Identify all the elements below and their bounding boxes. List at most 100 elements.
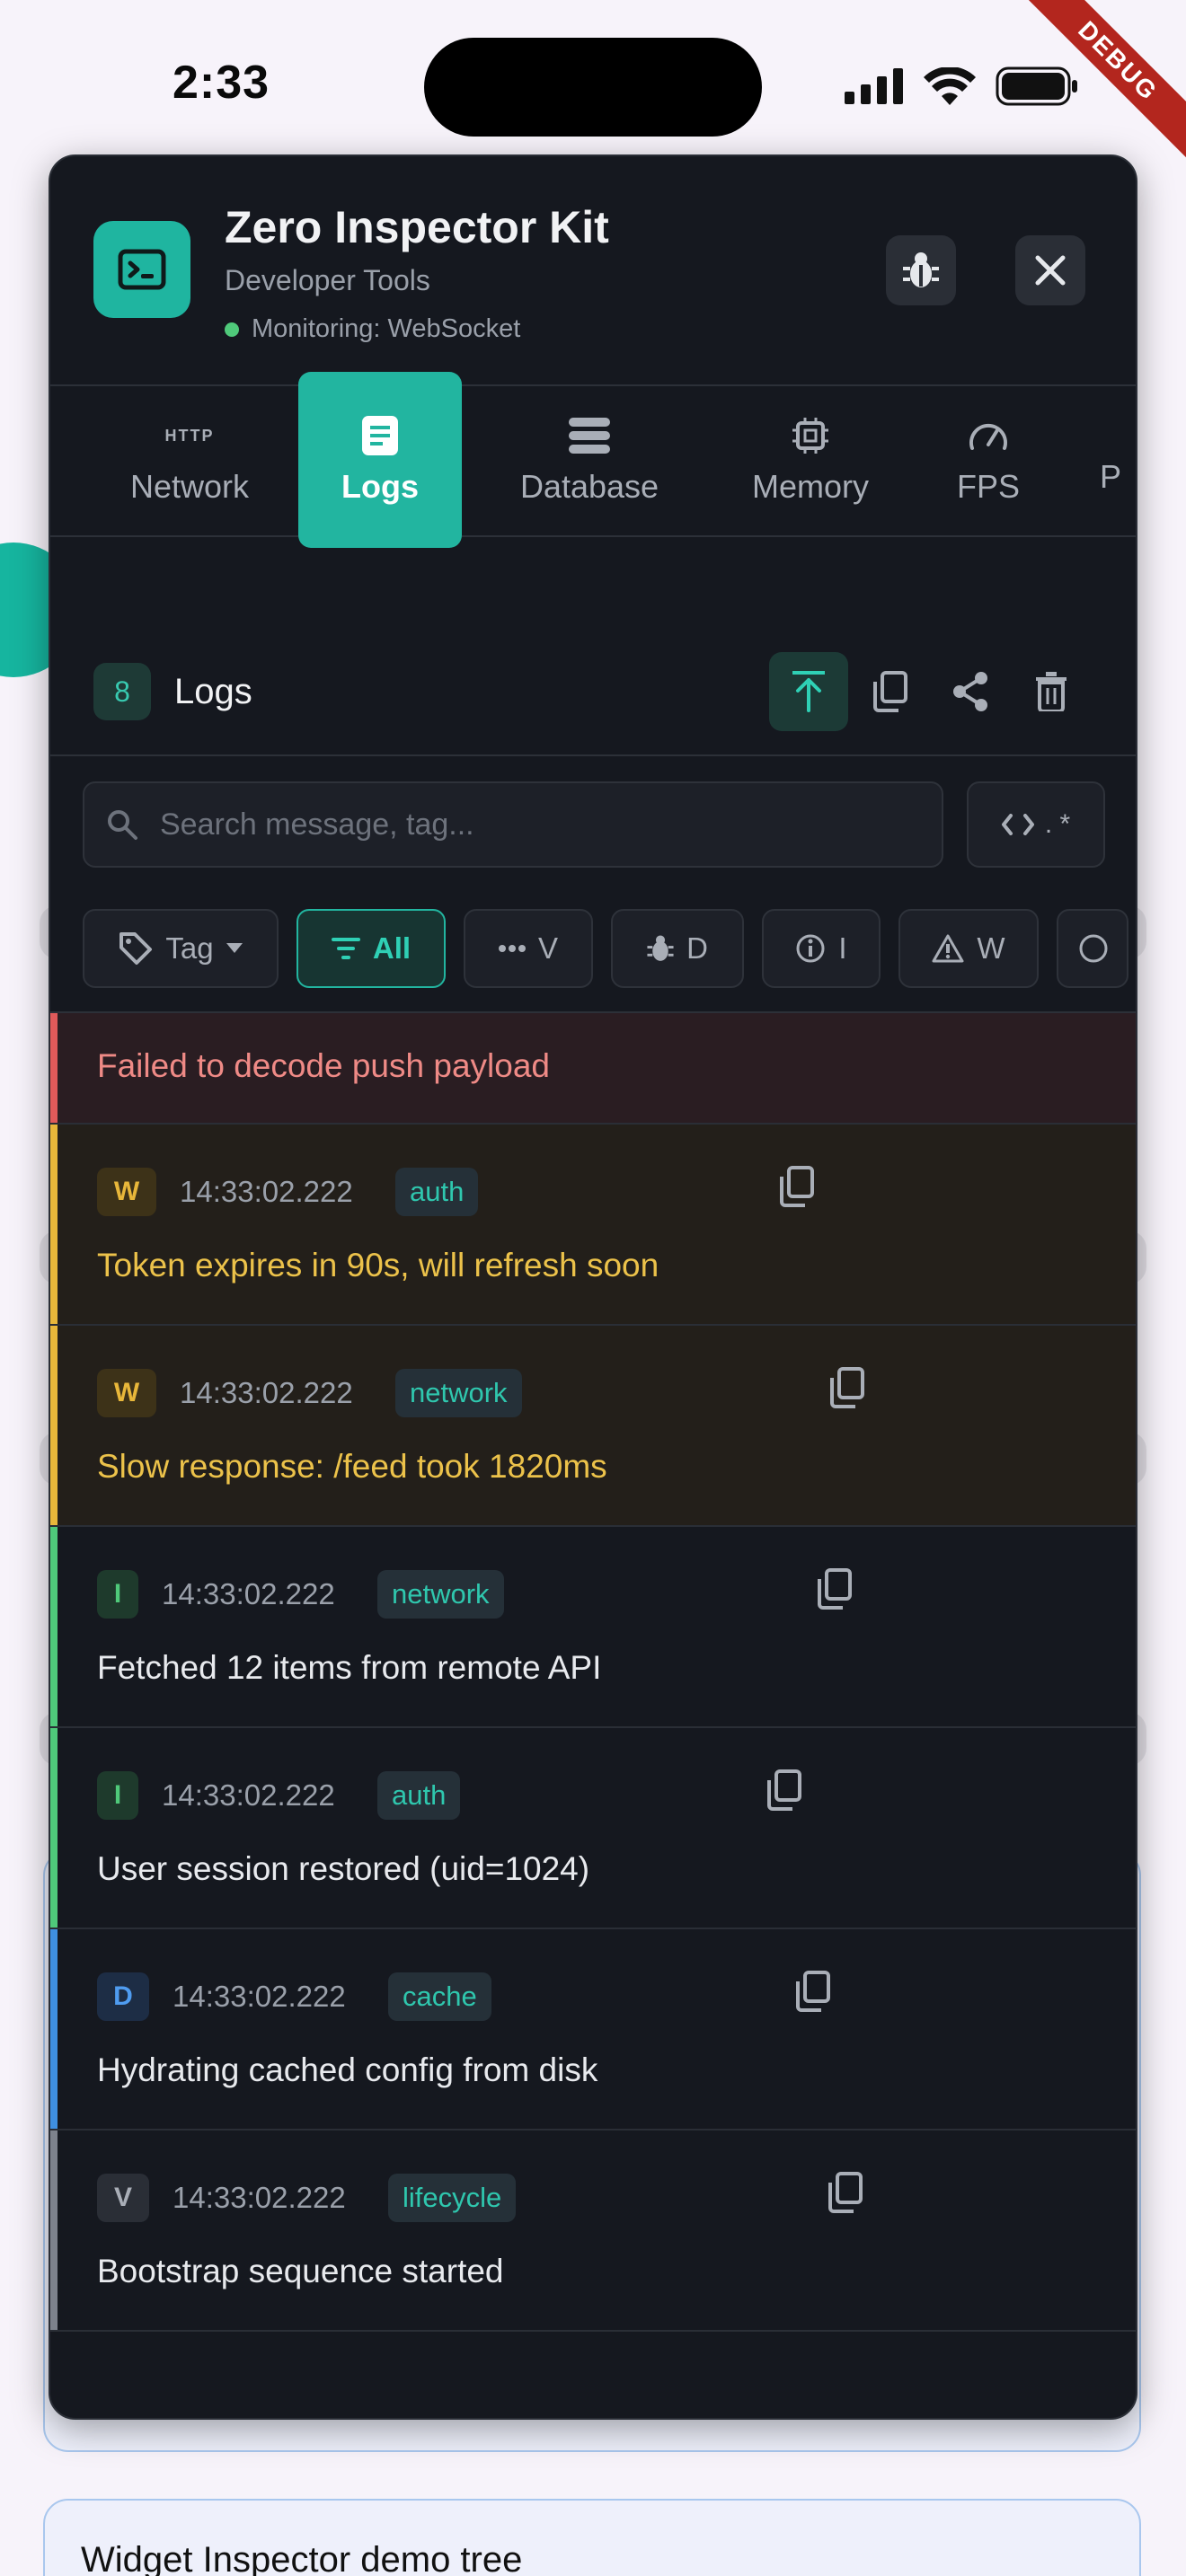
- battery-icon: [996, 66, 1077, 106]
- code-icon: [1001, 814, 1034, 835]
- warning-icon: [932, 934, 964, 963]
- inspector-panel: Zero Inspector Kit Developer Tools Monit…: [49, 154, 1137, 2420]
- log-tag: network: [377, 1570, 504, 1619]
- error-icon: [1079, 934, 1108, 963]
- log-message: Failed to decode push payload: [97, 1047, 550, 1084]
- search-icon: [108, 810, 137, 840]
- log-timestamp: 14:33:02.222: [180, 1175, 353, 1208]
- bug-button[interactable]: [886, 235, 956, 305]
- tag-filter-dropdown[interactable]: Tag: [83, 909, 279, 988]
- log-tag: cache: [388, 1972, 491, 2021]
- log-entry-warn[interactable]: W 14:33:02.222 auth Token expires in 90s…: [50, 1125, 1136, 1326]
- regex-toggle-button[interactable]: . *: [967, 781, 1105, 868]
- copy-entry-button[interactable]: [766, 1769, 801, 1815]
- app-title: Zero Inspector Kit: [225, 202, 609, 252]
- log-entry-info[interactable]: I 14:33:02.222 network Fetched 12 items …: [50, 1527, 1136, 1728]
- log-entry-debug[interactable]: D 14:33:02.222 cache Hydrating cached co…: [50, 1929, 1136, 2130]
- copy-icon: [780, 1166, 814, 1207]
- tab-label: Logs: [341, 468, 419, 505]
- more-horizontal-icon: [498, 945, 526, 952]
- filter-all-chip[interactable]: All: [296, 909, 446, 988]
- status-dot-icon: [225, 322, 239, 337]
- log-tag: auth: [395, 1168, 479, 1216]
- copy-entry-button[interactable]: [816, 1568, 852, 1614]
- http-icon: HTTP: [164, 426, 215, 445]
- copy-entry-button[interactable]: [828, 1367, 864, 1413]
- close-button[interactable]: [1015, 235, 1085, 305]
- wifi-icon: [924, 67, 976, 105]
- share-button[interactable]: [931, 652, 1010, 731]
- dropdown-arrow-icon: [226, 943, 243, 953]
- info-icon: [796, 934, 825, 963]
- search-input[interactable]: Search message, tag...: [160, 807, 474, 842]
- tab-fps[interactable]: FPS: [934, 372, 1042, 548]
- close-icon: [1035, 255, 1066, 286]
- bug-icon: [903, 252, 939, 287]
- copy-all-button[interactable]: [850, 652, 929, 731]
- log-message: User session restored (uid=1024): [97, 1850, 590, 1887]
- tab-partial[interactable]: P: [1093, 372, 1128, 548]
- tab-bar: HTTP Network Logs Database Memory FPS P: [50, 372, 1136, 548]
- log-tag: network: [395, 1369, 522, 1417]
- log-timestamp: 14:33:02.222: [180, 1376, 353, 1409]
- clear-logs-button[interactable]: [1012, 652, 1091, 731]
- copy-entry-button[interactable]: [794, 1971, 830, 2016]
- copy-entry-button[interactable]: [778, 1166, 814, 1212]
- copy-icon: [796, 1971, 830, 2012]
- regex-label: . *: [1044, 809, 1071, 839]
- tab-label: Database: [519, 468, 659, 505]
- background-card-demo: Widget Inspector demo tree: [43, 2499, 1141, 2576]
- log-entry-error[interactable]: Failed to decode push payload: [50, 1013, 1136, 1125]
- log-message: Hydrating cached config from disk: [97, 2051, 598, 2088]
- copy-icon: [767, 1769, 801, 1811]
- tab-label: P: [1099, 458, 1121, 495]
- tag-icon: [119, 932, 153, 965]
- log-message: Fetched 12 items from remote API: [97, 1649, 602, 1686]
- log-timestamp: 14:33:02.222: [173, 1980, 346, 2013]
- tab-logs[interactable]: Logs: [298, 372, 462, 548]
- trash-icon: [1036, 672, 1067, 711]
- filter-icon: [331, 938, 360, 959]
- level-bar: [50, 1013, 58, 1123]
- tab-memory[interactable]: Memory: [730, 372, 891, 548]
- database-icon: [569, 414, 610, 457]
- terminal-icon: [93, 221, 190, 318]
- filter-debug-chip[interactable]: D: [611, 909, 744, 988]
- app-subtitle: Developer Tools: [225, 264, 430, 296]
- filter-error-chip[interactable]: [1057, 909, 1128, 988]
- monitoring-label: Monitoring: WebSocket: [252, 314, 521, 343]
- level-badge: W: [97, 1168, 156, 1216]
- log-message: Slow response: /feed took 1820ms: [97, 1448, 607, 1485]
- status-time: 2:33: [173, 57, 270, 109]
- log-entry-info[interactable]: I 14:33:02.222 auth User session restore…: [50, 1728, 1136, 1929]
- signal-icon: [845, 68, 903, 104]
- chip-icon: [791, 414, 830, 457]
- copy-icon: [873, 671, 907, 712]
- filter-warn-chip[interactable]: W: [898, 909, 1039, 988]
- log-timestamp: 14:33:02.222: [162, 1577, 335, 1610]
- level-bar: [50, 1326, 58, 1525]
- level-bar: [50, 2130, 58, 2330]
- tab-database[interactable]: Database: [491, 372, 688, 548]
- log-entry-warn[interactable]: W 14:33:02.222 network Slow response: /f…: [50, 1326, 1136, 1527]
- copy-entry-button[interactable]: [827, 2172, 863, 2218]
- level-bar: [50, 1125, 58, 1324]
- scroll-top-button[interactable]: [769, 652, 848, 731]
- level-bar: [50, 1929, 58, 2129]
- filter-warn-label: W: [977, 931, 1005, 965]
- copy-icon: [828, 2172, 863, 2213]
- tab-network[interactable]: HTTP Network: [104, 372, 275, 548]
- filter-info-label: I: [838, 931, 847, 965]
- filter-verbose-chip[interactable]: V: [464, 909, 593, 988]
- level-badge: V: [97, 2174, 149, 2222]
- tab-label: Memory: [751, 468, 869, 505]
- log-entry-verbose[interactable]: V 14:33:02.222 lifecycle Bootstrap seque…: [50, 2130, 1136, 2332]
- log-message: Bootstrap sequence started: [97, 2253, 504, 2289]
- level-badge: I: [97, 1771, 138, 1820]
- level-bar: [50, 1728, 58, 1928]
- search-field[interactable]: Search message, tag...: [83, 781, 943, 868]
- speedometer-icon: [968, 414, 1009, 457]
- filter-info-chip[interactable]: I: [762, 909, 881, 988]
- filter-verbose-label: V: [537, 931, 558, 965]
- log-message: Token expires in 90s, will refresh soon: [97, 1247, 659, 1284]
